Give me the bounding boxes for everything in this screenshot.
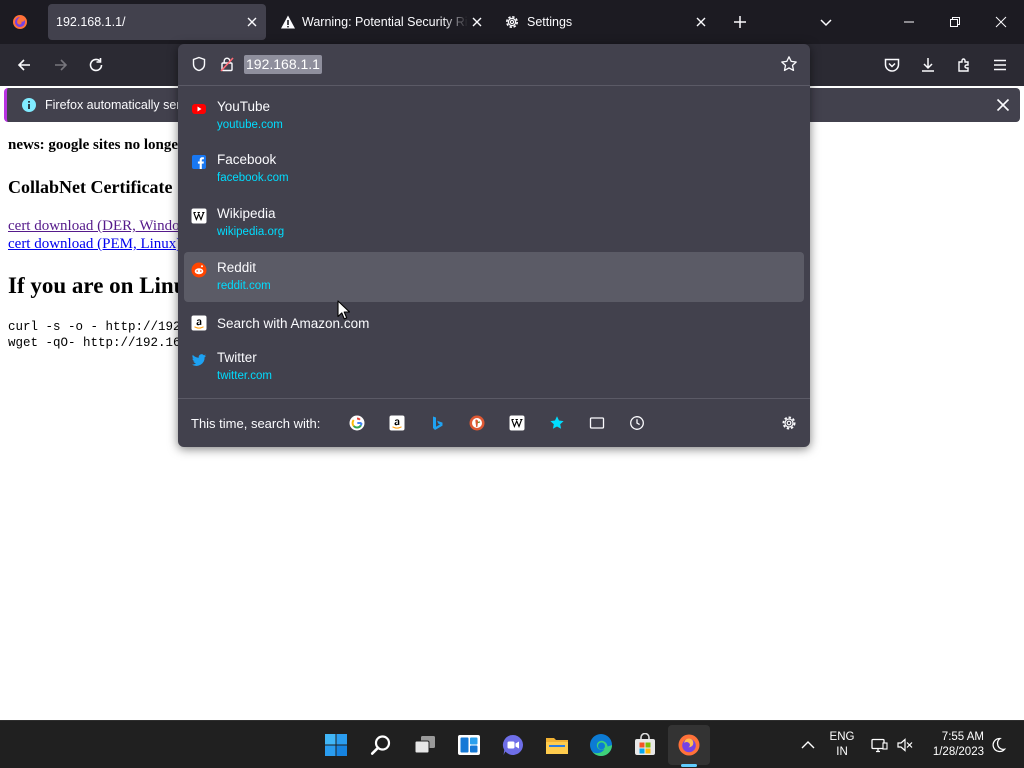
close-notification-icon[interactable] [995, 97, 1011, 113]
volume-muted-icon[interactable] [896, 736, 914, 754]
close-tab-icon[interactable] [470, 15, 484, 29]
suggestion-wikipedia[interactable]: Wikipedia wikipedia.org [184, 198, 804, 248]
news-line: news: google sites no longer [8, 137, 185, 153]
downloads-icon[interactable] [919, 56, 937, 74]
suggestion-title: Twitter [217, 350, 257, 365]
menu-icon[interactable] [991, 56, 1009, 74]
reddit-icon [191, 262, 207, 278]
focus-assist-moon-icon[interactable] [989, 736, 1007, 754]
clock[interactable]: 7:55 AM 1/28/2023 [922, 730, 984, 760]
reload-icon[interactable] [87, 56, 105, 74]
youtube-icon [191, 101, 207, 117]
urlbar-popup: 192.168.1.1 YouTube youtube.com Facebook… [178, 44, 810, 447]
gear-icon [504, 14, 520, 30]
suggestion-title: Wikipedia [217, 206, 276, 221]
warning-icon [280, 14, 296, 30]
search-with-label: This time, search with: [191, 416, 321, 431]
time: 7:55 AM [941, 731, 984, 743]
language-code: ENG [829, 731, 855, 743]
insecure-lock-icon[interactable] [219, 56, 235, 72]
date: 1/28/2023 [932, 746, 984, 758]
bookmarks-icon[interactable] [549, 415, 565, 431]
suggestion-title: YouTube [217, 99, 271, 114]
cert-download-der-link[interactable]: cert download (DER, Windows) [8, 218, 201, 235]
suggestion-url: twitter.com [217, 370, 272, 382]
suggestion-facebook[interactable]: Facebook facebook.com [184, 144, 804, 194]
cert-download-pem-link[interactable]: cert download (PEM, Linux) [8, 236, 181, 253]
close-window-icon[interactable] [993, 14, 1009, 30]
tab-strip: 192.168.1.1/ Warning: Potential Security… [0, 0, 1024, 44]
running-indicator [681, 764, 697, 767]
file-explorer-icon[interactable] [545, 733, 569, 757]
bookmark-star-icon[interactable] [780, 55, 798, 73]
amazon-icon[interactable] [389, 415, 405, 431]
facebook-icon [191, 154, 207, 170]
search-icon[interactable] [369, 733, 393, 757]
list-all-tabs-icon[interactable] [818, 14, 834, 30]
widgets-icon[interactable] [457, 733, 481, 757]
bing-icon[interactable] [429, 415, 445, 431]
suggestion-url: reddit.com [217, 280, 271, 292]
tabs-icon[interactable] [589, 415, 605, 431]
new-tab-icon[interactable] [732, 14, 748, 30]
history-icon[interactable] [629, 415, 645, 431]
suggestion-url: youtube.com [217, 119, 283, 131]
pocket-icon[interactable] [883, 56, 901, 74]
wikipedia-icon [191, 208, 207, 224]
certificate-heading: CollabNet Certificate [8, 177, 173, 197]
suggestion-search-amazon[interactable]: Search with Amazon.com [184, 306, 804, 340]
suggestion-title: Facebook [217, 152, 277, 167]
mouse-pointer-icon [337, 300, 351, 321]
suggestion-reddit[interactable]: Reddit reddit.com [184, 252, 804, 302]
tab-security-warning[interactable]: Warning: Potential Security Risk Ahead [270, 4, 488, 40]
divider [178, 85, 810, 86]
show-hidden-icons-icon[interactable] [799, 736, 817, 754]
tracking-protection-shield-icon[interactable] [191, 56, 207, 72]
close-tab-icon[interactable] [694, 15, 708, 29]
windows-start-icon[interactable] [324, 733, 348, 757]
info-icon [21, 97, 37, 113]
twitter-icon [191, 352, 207, 368]
wikipedia-icon[interactable] [509, 415, 525, 431]
input-language[interactable]: ENG IN [826, 730, 858, 760]
amazon-icon [191, 315, 207, 331]
tab-label: Settings [527, 15, 573, 29]
firefox-icon[interactable] [677, 733, 701, 757]
tab-label: 192.168.1.1/ [56, 15, 126, 29]
suggestion-twitter[interactable]: Twitter twitter.com [184, 342, 804, 392]
google-icon[interactable] [349, 415, 365, 431]
forward-icon[interactable] [52, 56, 70, 74]
task-view-icon[interactable] [413, 733, 437, 757]
suggestion-title: Reddit [217, 260, 257, 275]
urlbar[interactable]: 192.168.1.1 [178, 44, 810, 85]
windows-taskbar: ENG IN 7:55 AM 1/28/2023 [0, 720, 1024, 768]
restore-icon[interactable] [947, 14, 963, 30]
edge-icon[interactable] [589, 733, 613, 757]
region-code: IN [836, 746, 848, 758]
divider [178, 398, 810, 399]
url-input[interactable]: 192.168.1.1 [244, 55, 322, 74]
tab-192-168-1-1[interactable]: 192.168.1.1/ [48, 4, 266, 40]
network-icon[interactable] [870, 736, 888, 754]
close-tab-icon[interactable] [245, 15, 259, 29]
tab-settings[interactable]: Settings [494, 4, 716, 40]
chat-icon[interactable] [501, 733, 525, 757]
back-icon[interactable] [15, 56, 33, 74]
suggestion-youtube[interactable]: YouTube youtube.com [184, 91, 804, 141]
linux-heading: If you are on Linux [8, 273, 199, 298]
firefox-view-icon[interactable] [12, 14, 28, 30]
extensions-icon[interactable] [955, 56, 973, 74]
tab-label: Warning: Potential Security Risk Ahead [302, 15, 468, 29]
search-settings-gear-icon[interactable] [781, 415, 797, 431]
duckduckgo-icon[interactable] [469, 415, 485, 431]
suggestion-url: facebook.com [217, 172, 289, 184]
microsoft-store-icon[interactable] [633, 733, 657, 757]
suggestion-url: wikipedia.org [217, 226, 285, 238]
minimize-icon[interactable] [901, 14, 917, 30]
